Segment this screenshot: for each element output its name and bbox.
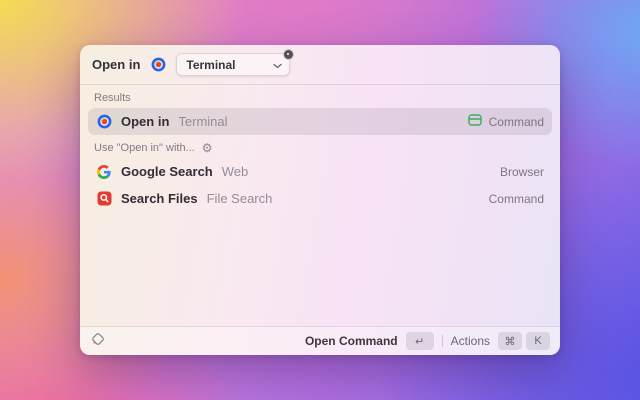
open-with-dropdown[interactable]: Terminal bbox=[176, 49, 295, 76]
dropdown-notification-badge bbox=[283, 49, 295, 60]
open-in-icon bbox=[150, 57, 166, 73]
result-type-label: Command bbox=[488, 191, 544, 206]
desktop-background: Open in Terminal Results Open in Termina… bbox=[0, 0, 640, 400]
launcher-header: Open in Terminal bbox=[80, 45, 560, 85]
chevron-down-icon bbox=[273, 56, 283, 74]
raycast-launcher-window: Open in Terminal Results Open in Termina… bbox=[80, 45, 560, 355]
result-type-label: Browser bbox=[499, 164, 544, 179]
terminal-command-icon bbox=[467, 114, 482, 129]
result-subtitle: File Search bbox=[206, 191, 273, 206]
result-subtitle: Terminal bbox=[178, 114, 228, 129]
dropdown-selected-value: Terminal bbox=[186, 57, 236, 72]
use-with-section-label: Use "Open in" with... ⚙ bbox=[80, 135, 560, 158]
k-key-icon[interactable]: K bbox=[526, 332, 550, 350]
actions-button[interactable]: Actions bbox=[451, 334, 490, 348]
result-title: Google Search bbox=[121, 164, 213, 179]
google-icon bbox=[96, 164, 112, 180]
result-accessory: Command bbox=[489, 192, 544, 206]
raycast-logo-icon bbox=[90, 331, 106, 352]
result-title: Search Files bbox=[121, 191, 198, 206]
result-accessory: Browser bbox=[500, 165, 544, 179]
command-title: Open in bbox=[92, 57, 141, 72]
result-row-google-search[interactable]: Google Search Web Browser bbox=[88, 158, 552, 185]
result-accessory: Command bbox=[467, 114, 544, 129]
empty-results-area bbox=[80, 212, 560, 326]
result-title: Open in bbox=[121, 114, 170, 129]
search-files-icon bbox=[96, 191, 112, 207]
footer-divider bbox=[441, 335, 443, 347]
result-row-open-in[interactable]: Open in Terminal Command bbox=[88, 108, 552, 135]
launcher-footer: Open Command ↵ Actions ⌘ K bbox=[80, 326, 560, 355]
result-type-label: Command bbox=[488, 114, 544, 129]
results-section-label: Results bbox=[80, 85, 560, 108]
command-key-icon[interactable]: ⌘ bbox=[498, 332, 522, 350]
results-label-text: Results bbox=[94, 92, 131, 104]
open-in-icon bbox=[96, 114, 112, 130]
result-row-search-files[interactable]: Search Files File Search Command bbox=[88, 185, 552, 212]
use-with-label-text: Use "Open in" with... bbox=[94, 142, 195, 154]
result-subtitle: Web bbox=[221, 164, 249, 179]
return-key-icon[interactable]: ↵ bbox=[405, 332, 434, 350]
primary-action-label[interactable]: Open Command bbox=[305, 334, 398, 348]
gear-icon[interactable]: ⚙ bbox=[202, 142, 213, 154]
